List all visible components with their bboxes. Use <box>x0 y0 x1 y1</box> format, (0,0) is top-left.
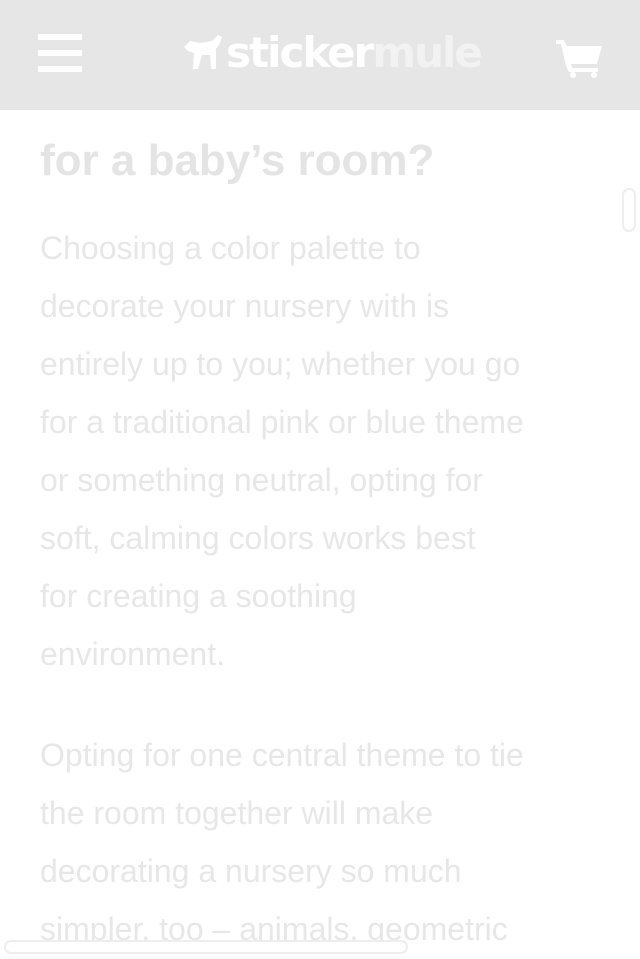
paragraph-line: decorate your nursery with is <box>40 288 450 324</box>
top-navigation-bar: stickermule <box>0 0 640 110</box>
article-paragraph: Opting for one central theme to tie the r… <box>40 726 610 958</box>
logo-wordmark: stickermule <box>226 28 483 78</box>
paragraph-line: soft, calming colors works best <box>40 520 476 556</box>
paragraph-line: environment. <box>40 636 225 672</box>
menu-bar <box>38 66 82 72</box>
page: stickermule for a baby’s room? Choosing … <box>0 0 640 959</box>
vertical-scrollbar[interactable] <box>622 188 636 232</box>
paragraph-line: for creating a soothing <box>40 578 357 614</box>
logo-text-sticker: sticker <box>226 28 374 77</box>
sticker-mule-logo[interactable]: stickermule <box>180 28 483 78</box>
menu-bar <box>38 50 82 56</box>
paragraph-line: entirely up to you; whether you go <box>40 346 521 382</box>
menu-bar <box>38 34 82 40</box>
paragraph-line: Opting for one central theme to tie <box>40 737 524 773</box>
paragraph-line: the room together will make <box>40 795 434 831</box>
paragraph-line: Choosing a color palette to <box>40 230 421 266</box>
logo-text-mule: mule <box>372 28 483 77</box>
paragraph-line: for a traditional pink or blue theme <box>40 404 524 440</box>
hamburger-menu-icon[interactable] <box>38 34 82 74</box>
paragraph-line: decorating a nursery so much <box>40 853 462 889</box>
article-paragraph: Choosing a color palette to decorate your… <box>40 219 610 683</box>
horizontal-scrollbar[interactable] <box>4 940 408 954</box>
shopping-cart-icon[interactable] <box>556 36 604 78</box>
horse-logo-icon <box>184 35 222 69</box>
section-heading: for a baby’s room? <box>40 136 435 185</box>
paragraph-line: or something neutral, opting for <box>40 462 483 498</box>
